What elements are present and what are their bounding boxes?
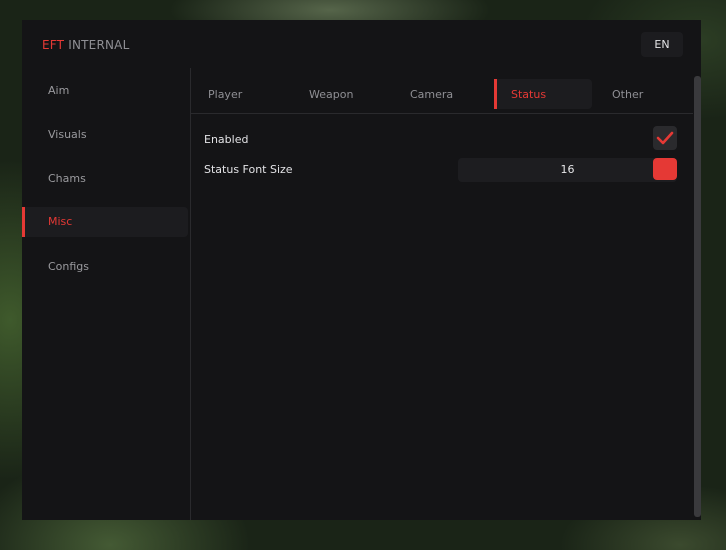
slider-knob[interactable] bbox=[653, 158, 677, 180]
app-logo: EFT INTERNAL bbox=[42, 38, 129, 52]
sidebar-item-misc[interactable]: Misc bbox=[22, 207, 188, 237]
sidebar: Aim Visuals Chams Misc Configs bbox=[22, 70, 190, 520]
enabled-label: Enabled bbox=[204, 133, 249, 146]
check-icon bbox=[656, 131, 674, 145]
tab-other[interactable]: Other bbox=[595, 79, 693, 109]
tab-status[interactable]: Status bbox=[494, 79, 592, 109]
settings-panel: Enabled Status Font Size 16 bbox=[191, 114, 691, 514]
tab-camera[interactable]: Camera bbox=[393, 79, 491, 109]
sidebar-item-chams[interactable]: Chams bbox=[22, 164, 188, 194]
window-header: EFT INTERNAL EN bbox=[22, 20, 701, 70]
sidebar-item-aim[interactable]: Aim bbox=[22, 76, 188, 106]
logo-accent: EFT bbox=[42, 38, 65, 52]
font-size-value: 16 bbox=[560, 163, 575, 176]
sidebar-item-configs[interactable]: Configs bbox=[22, 252, 188, 282]
tab-player[interactable]: Player bbox=[191, 79, 289, 109]
language-button[interactable]: EN bbox=[641, 32, 683, 57]
font-size-slider[interactable]: 16 bbox=[458, 158, 677, 182]
tab-bar: Player Weapon Camera Status Other bbox=[191, 79, 701, 109]
enabled-checkbox[interactable] bbox=[653, 126, 677, 150]
scrollbar[interactable] bbox=[694, 76, 701, 517]
tab-weapon[interactable]: Weapon bbox=[292, 79, 390, 109]
logo-text: INTERNAL bbox=[68, 38, 130, 52]
main-window: EFT INTERNAL EN Aim Visuals Chams Misc C… bbox=[22, 20, 701, 520]
font-size-label: Status Font Size bbox=[204, 163, 293, 176]
sidebar-item-visuals[interactable]: Visuals bbox=[22, 120, 188, 150]
